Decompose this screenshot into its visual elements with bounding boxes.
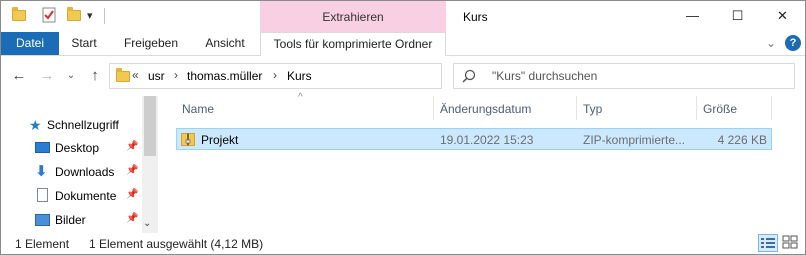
nav-item-bilder[interactable]: Bilder 📌 <box>1 209 141 231</box>
pin-icon[interactable]: 📌 <box>126 189 138 200</box>
tab-freigeben[interactable]: Freigeben <box>117 32 185 55</box>
tab-tools-compressed[interactable]: Tools für komprimierte Ordner <box>260 32 446 56</box>
up-arrow-icon[interactable]: ↑ <box>87 68 103 84</box>
window-title: Kurs <box>463 10 488 24</box>
help-icon[interactable]: ? <box>785 35 801 51</box>
nav-scrollbar-thumb[interactable] <box>144 96 156 156</box>
folder-icon[interactable] <box>11 7 27 23</box>
navigation-pane: ★ Schnellzugriff Desktop 📌 ⬇ Downloads 📌… <box>1 96 158 233</box>
file-list: ^ Name Änderungsdatum Typ Größe Projekt … <box>158 92 805 233</box>
address-bar[interactable]: « usr › thomas.müller › Kurs ⌄ ↻ <box>109 63 537 89</box>
nav-item-label: Dokumente <box>55 189 117 203</box>
explorer-window: ▾ Extrahieren Kurs — ☐ ✕ Datei Start Fre… <box>0 0 806 255</box>
document-icon <box>37 188 48 202</box>
chevron-right-icon[interactable]: › <box>174 68 178 82</box>
zip-folder-icon <box>181 132 195 146</box>
maximize-button[interactable]: ☐ <box>715 1 760 31</box>
file-modified: 19.01.2022 15:23 <box>440 133 534 147</box>
search-icon <box>462 69 476 83</box>
minimize-button[interactable]: — <box>670 1 715 31</box>
nav-item-desktop[interactable]: Desktop 📌 <box>1 137 141 159</box>
breadcrumb-usr[interactable]: usr <box>148 69 165 83</box>
breadcrumb-thomas-mueller[interactable]: thomas.müller <box>187 69 262 83</box>
column-header-size[interactable]: Größe <box>697 96 772 120</box>
pin-icon[interactable]: 📌 <box>126 213 138 224</box>
details-view-icon[interactable] <box>758 234 778 252</box>
search-input[interactable]: "Kurs" durchsuchen <box>453 63 795 89</box>
nav-item-label: Desktop <box>55 141 100 155</box>
forward-arrow-icon[interactable]: → <box>39 68 55 84</box>
pictures-icon <box>35 214 50 226</box>
large-icons-view-icon[interactable] <box>781 234 801 252</box>
back-arrow-icon[interactable]: ← <box>11 68 27 84</box>
breadcrumb-kurs[interactable]: Kurs <box>287 69 312 83</box>
nav-item-dokumente[interactable]: Dokumente 📌 <box>1 185 141 207</box>
nav-item-downloads[interactable]: ⬇ Downloads 📌 <box>1 161 141 183</box>
search-placeholder: "Kurs" durchsuchen <box>492 69 598 83</box>
folder-icon <box>115 68 131 83</box>
table-row[interactable]: Projekt 19.01.2022 15:23 ZIP-komprimiert… <box>176 128 772 150</box>
chevron-right-icon[interactable]: › <box>273 68 277 82</box>
breadcrumb-overflow[interactable]: « <box>132 68 139 82</box>
nav-item-label: Downloads <box>55 165 115 179</box>
context-tab-header: Extrahieren <box>260 1 446 32</box>
desktop-icon <box>35 142 50 153</box>
file-type: ZIP-komprimierte... <box>583 133 686 147</box>
recent-dropdown-icon[interactable]: ⌄ <box>63 68 79 84</box>
status-selection: 1 Element ausgewählt (4,12 MB) <box>89 237 264 251</box>
properties-icon[interactable] <box>41 7 57 23</box>
ribbon-tabs: Datei Start Freigeben Ansicht Tools für … <box>1 32 805 56</box>
nav-item-label: Schnellzugriff <box>47 118 119 132</box>
status-item-count: 1 Element <box>15 237 70 251</box>
nav-item-schnellzugriff[interactable]: ★ Schnellzugriff <box>1 114 141 136</box>
divider <box>104 8 105 24</box>
new-folder-icon[interactable] <box>66 7 82 23</box>
tab-datei[interactable]: Datei <box>1 32 59 55</box>
ribbon-expand-icon[interactable]: ⌄ <box>766 36 776 50</box>
pin-icon[interactable]: 📌 <box>126 165 138 176</box>
tab-start[interactable]: Start <box>63 32 105 55</box>
nav-item-label: Bilder <box>55 213 86 227</box>
close-button[interactable]: ✕ <box>760 1 805 31</box>
download-arrow-icon: ⬇ <box>35 163 48 180</box>
quick-access-dropdown[interactable]: ▾ <box>87 9 93 22</box>
file-name: Projekt <box>201 133 239 147</box>
column-header-modified[interactable]: Änderungsdatum <box>434 96 577 120</box>
status-bar: 1 Element 1 Element ausgewählt (4,12 MB) <box>1 233 805 254</box>
address-row: ← → ⌄ ↑ « usr › thomas.müller › Kurs ⌄ ↻… <box>1 56 805 96</box>
column-header-name[interactable]: Name <box>176 96 434 120</box>
pin-icon[interactable]: 📌 <box>126 141 138 152</box>
tab-ansicht[interactable]: Ansicht <box>196 32 254 55</box>
file-size: 4 226 KB <box>717 133 767 147</box>
scroll-down-icon[interactable]: ⌄ <box>143 218 151 229</box>
column-header-type[interactable]: Typ <box>577 96 697 120</box>
star-icon: ★ <box>29 117 42 133</box>
title-bar: ▾ Extrahieren Kurs — ☐ ✕ <box>1 1 805 32</box>
